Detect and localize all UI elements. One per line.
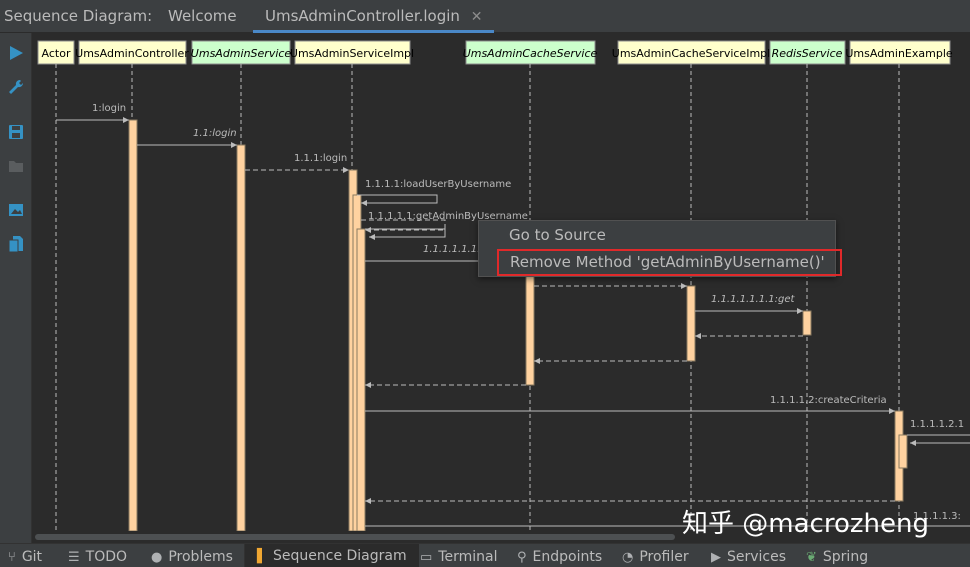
tool-todo[interactable]: ☰ TODO [68, 549, 127, 565]
image-icon[interactable] [5, 199, 27, 221]
menu-item-remove-method[interactable]: Remove Method 'getAdminByUsername()' [497, 249, 842, 276]
tool-label: Endpoints [532, 549, 603, 565]
message-arrow [357, 194, 438, 206]
tool-endpoints[interactable]: ⚲ Endpoints [517, 549, 602, 565]
activation-bars [128, 119, 908, 531]
sequence-icon: ▌ [257, 548, 267, 564]
left-toolbar [0, 33, 32, 543]
tool-label: Git [21, 549, 43, 565]
tool-services[interactable]: ▶ Services [711, 549, 786, 565]
lifeline-label: UmsAdminService [191, 47, 292, 60]
tool-profiler[interactable]: ◔ Profiler [622, 549, 689, 565]
tool-label: Profiler [639, 549, 689, 565]
tool-label: Spring [822, 549, 869, 565]
spring-icon: ❦ [806, 549, 817, 565]
lifeline-label: Actor [42, 47, 71, 60]
watermark: 知乎 @macrozheng [682, 509, 929, 539]
activation-bar [356, 228, 366, 531]
sequence-diagram-canvas[interactable]: Actor UmsAdminController UmsAdminService… [33, 33, 970, 531]
tool-terminal[interactable]: ▭ Terminal [420, 549, 497, 565]
tool-sequence-diagram[interactable]: ▌ Sequence Diagram [244, 544, 419, 567]
activation-bar [128, 119, 138, 531]
message-label: 1.1:login [193, 128, 237, 139]
lifeline-label: UmsAdminCacheService [463, 47, 598, 60]
profiler-icon: ◔ [622, 549, 634, 565]
wrench-icon[interactable] [5, 76, 27, 98]
lifeline-label: UmsAdminCacheServiceImpl [612, 47, 770, 60]
tool-label: Problems [168, 549, 233, 565]
scrollbar-thumb[interactable] [35, 534, 675, 540]
message-label: 1.1.1.1.1.1.1:get [711, 294, 795, 305]
editor-tab-bar: Sequence Diagram: Welcome UmsAdminContro… [0, 0, 970, 33]
save-icon[interactable] [5, 121, 27, 143]
tool-spring[interactable]: ❦ Spring [806, 549, 868, 565]
folder-icon[interactable] [5, 155, 27, 177]
lifeline-umsadmincontroller[interactable]: UmsAdminController [75, 40, 189, 65]
message-label: 1.1.1.1.2.1 [910, 419, 964, 430]
tool-label: Terminal [438, 549, 498, 565]
menu-item-go-to-source[interactable]: Go to Source [479, 222, 835, 249]
tool-label: TODO [85, 549, 128, 565]
message-label: 1.1.1.1:loadUserByUsername [365, 179, 511, 190]
sequence-diagram: Actor UmsAdminController UmsAdminService… [37, 40, 970, 531]
branch-icon: ⑂ [8, 549, 16, 565]
window-title: Sequence Diagram: [4, 7, 153, 25]
lifeline-umsadminservice[interactable]: UmsAdminService [191, 40, 292, 65]
message-label: 1.1.1.1.2:createCriteria [770, 395, 887, 406]
message-label: 1.1.1:login [294, 153, 347, 164]
activation-bar [802, 310, 812, 336]
lifeline-umsadmincacheservice[interactable]: UmsAdminCacheService [463, 40, 598, 65]
terminal-icon: ▭ [420, 549, 433, 565]
lifeline-umsadmincacheserviceimpl[interactable]: UmsAdminCacheServiceImpl [612, 40, 770, 65]
lifeline-redisservice[interactable]: RedisService [769, 40, 846, 65]
lifeline-label: UmsAdminExample [845, 47, 953, 60]
lifeline-label: UmsAdminController [75, 47, 189, 60]
tab-welcome[interactable]: Welcome [168, 7, 237, 25]
message-label: 1.1.1.1.1.1: [423, 244, 480, 255]
document-icon[interactable] [5, 233, 27, 255]
activation-bar [236, 144, 246, 531]
list-icon: ☰ [68, 549, 80, 565]
problems-icon: ● [151, 549, 163, 565]
activation-bar [898, 434, 908, 469]
services-icon: ▶ [711, 549, 721, 565]
lifeline-label: UmsAdminServiceImpl [290, 47, 414, 60]
context-menu: Go to Source Remove Method 'getAdminByUs… [478, 220, 842, 277]
tool-window-bar: ⑂ Git ☰ TODO ● Problems ▌ Sequence Diagr… [0, 543, 970, 567]
close-icon[interactable]: ✕ [471, 9, 483, 25]
message-label: 1:login [92, 103, 126, 114]
tool-problems[interactable]: ● Problems [151, 549, 233, 565]
lifeline-label: RedisService [772, 47, 843, 60]
activation-bar [525, 270, 535, 386]
endpoints-icon: ⚲ [517, 549, 527, 565]
ide-window: Sequence Diagram: Welcome UmsAdminContro… [0, 0, 970, 567]
lifeline-actor[interactable]: Actor [37, 40, 75, 65]
tool-label: Services [727, 549, 787, 565]
tab-umsadmincontroller-login[interactable]: UmsAdminController.login ✕ [253, 7, 495, 33]
activation-bar [686, 285, 696, 362]
tab-label: UmsAdminController.login [265, 7, 460, 25]
tool-label: Sequence Diagram [273, 548, 407, 564]
tool-git[interactable]: ⑂ Git [8, 549, 42, 565]
lifeline-umsadminexample[interactable]: UmsAdminExample [845, 40, 953, 65]
run-icon[interactable] [5, 42, 27, 64]
lifeline-umsadminserviceimpl[interactable]: UmsAdminServiceImpl [290, 40, 414, 65]
